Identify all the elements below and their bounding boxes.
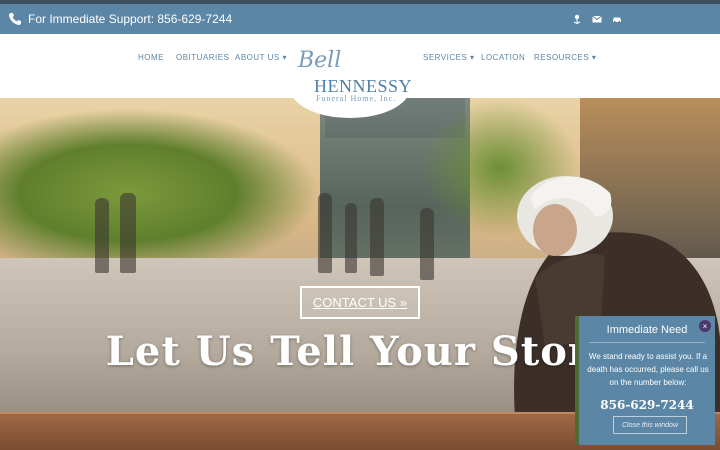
popup-body-text: We stand ready to assist you. If a death…	[587, 352, 709, 387]
hero-trees-left	[0, 108, 320, 278]
nav-obituaries[interactable]: OBITUARIES	[176, 53, 229, 62]
nav-services[interactable]: SERVICES ▾	[423, 53, 475, 62]
envelope-icon[interactable]	[592, 14, 602, 24]
site-logo[interactable]: Bell HENNESSY Funeral Home, Inc.	[290, 34, 412, 118]
hero-pedestrian	[420, 208, 434, 280]
hero-pedestrian	[120, 193, 136, 273]
popup-divider	[589, 342, 705, 343]
hero-pedestrian	[318, 193, 332, 273]
hero-pedestrian	[345, 203, 357, 273]
popup-phone-number[interactable]: 856-629-7244	[579, 398, 715, 412]
phone-icon	[8, 12, 22, 26]
nav-about-us[interactable]: ABOUT US ▾	[235, 53, 287, 62]
flower-icon[interactable]	[572, 14, 582, 24]
logo-subtitle-text: Funeral Home, Inc.	[316, 94, 397, 103]
logo-script-text: Bell	[298, 48, 342, 73]
contact-us-button[interactable]: CONTACT US »	[300, 286, 420, 319]
close-window-button[interactable]: Close this window	[613, 416, 687, 434]
popup-title: Immediate Need	[606, 324, 688, 336]
car-icon[interactable]	[612, 14, 622, 24]
top-support-bar: For Immediate Support: 856-629-7244	[0, 0, 720, 34]
hero-pedestrian	[370, 198, 384, 276]
support-phone-text[interactable]: For Immediate Support: 856-629-7244	[28, 12, 232, 26]
nav-location[interactable]: LOCATION	[481, 53, 525, 62]
nav-home[interactable]: HOME	[138, 53, 164, 62]
immediate-need-popup: × Immediate Need We stand ready to assis…	[575, 316, 715, 445]
nav-resources[interactable]: RESOURCES ▾	[534, 53, 596, 62]
hero-pedestrian	[95, 198, 109, 273]
